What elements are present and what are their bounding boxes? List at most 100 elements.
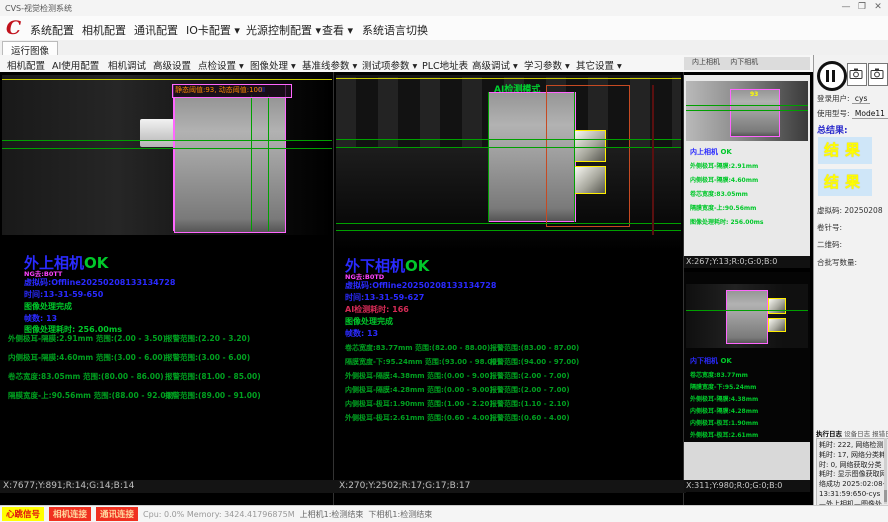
thumb-line: 内侧极耳-隔膜:4.60mm — [690, 175, 758, 184]
tool-baseline-params[interactable]: 基准线参数 ▾ — [302, 58, 357, 72]
frame-edge-mark — [652, 85, 654, 235]
close-button[interactable]: ✕ — [870, 2, 886, 12]
threshold-overlay-label: 静态阈值:93, 动态阈值:100 — [172, 84, 292, 98]
thumb-top-ok: OK — [720, 148, 731, 156]
minimize-button[interactable]: — — [838, 2, 854, 12]
comm-link-badge: 通讯连接 — [96, 507, 138, 521]
tool-camera-debug[interactable]: 相机调试 — [108, 58, 146, 72]
thumb-bottom-title: 内下相机 OK — [690, 356, 732, 366]
thumbnail-top-view[interactable]: 93 内上相机 OK 外侧极耳-隔膜:2.91mm 内侧极耳-隔膜:4.60mm… — [684, 75, 810, 268]
menu-comm-config[interactable]: 通讯配置 — [134, 22, 178, 38]
thumb-top-title: 内上相机 OK — [690, 147, 732, 157]
thumb-line: 卷芯宽度:83.05mm — [690, 189, 748, 198]
log-tab-run[interactable]: 执行日志 — [816, 430, 842, 438]
maximize-button[interactable]: ❐ — [854, 2, 870, 12]
model-row: 使用型号: Mode11 — [817, 108, 888, 119]
left-result-ok: OK — [84, 254, 108, 272]
menu-bar: C 系统配置 相机配置 通讯配置 IO卡配置 ▾ 光源控制配置 ▾ 查看 ▾ 系… — [0, 16, 888, 41]
snapshot-camera2-button[interactable] — [868, 63, 888, 86]
tool-advanced-set[interactable]: 高级设置 — [153, 58, 191, 72]
camera-icon — [869, 64, 885, 83]
log-tab-error[interactable]: 报错日志 — [872, 430, 888, 438]
tool-image-process[interactable]: 图像处理 ▾ — [250, 58, 296, 72]
login-user-label: 登录用户: — [817, 94, 850, 103]
tool-plc-table[interactable]: PLC地址表 — [422, 58, 468, 72]
roi-right-edge — [285, 85, 286, 231]
battery-cell-region — [174, 97, 286, 233]
log-tabs: 执行日志 设备日志 报错日志 — [816, 428, 888, 438]
tool-other-settings[interactable]: 其它设置 ▾ — [576, 58, 622, 72]
measure-line-green — [336, 223, 681, 224]
measure-line-green — [336, 147, 681, 148]
center-time: 时间:13-31-59-627 — [345, 292, 424, 303]
menu-view[interactable]: 查看 ▾ — [322, 22, 353, 38]
thumb-top-name: 内上相机 — [690, 148, 718, 156]
total-result-label: 总结果: — [817, 123, 848, 136]
measure-line-green — [2, 140, 332, 141]
camera-icon — [848, 64, 864, 83]
tool-camera-config[interactable]: 相机配置 — [7, 58, 45, 72]
thumbnail-photo — [686, 284, 808, 348]
tool-spotcheck-set[interactable]: 点检设置 ▾ — [198, 58, 244, 72]
menu-light-config[interactable]: 光源控制配置 ▾ — [246, 22, 321, 38]
left-camera-image[interactable]: 静态阈值:93, 动态阈值:100 — [2, 75, 332, 235]
log-scrollbar[interactable] — [884, 438, 887, 504]
alarm-range: 报警范围:(2.00 - 7.00) — [490, 371, 570, 381]
thumb-line: 卷芯宽度:83.77mm — [690, 370, 748, 379]
menu-system-config[interactable]: 系统配置 — [30, 22, 74, 38]
baseline-yellow — [2, 79, 332, 80]
tab-clip-highlight — [574, 130, 606, 162]
alarm-range: 报警范围:(83.00 - 87.00) — [490, 343, 579, 353]
thumbnail-header: 内上相机 内下相机 — [684, 57, 810, 70]
log-text-panel[interactable]: 耗时: 222, 网络检测耗时: 17, 网络分类耗时: 0, 网络获取分类耗时… — [816, 438, 888, 506]
thumb-line: 内侧极耳-隔膜:4.28mm — [690, 406, 758, 415]
window-title: CVS-视觉检测系统 — [5, 3, 72, 14]
thumb-line: 外侧极耳-隔膜:2.91mm — [690, 161, 758, 170]
login-user-row: 登录用户: cys — [817, 93, 870, 104]
measurement-line: 外侧极耳-隔膜:2.91mm 范围:(2.00 - 3.50) — [8, 333, 166, 344]
result-display-2: 结果 — [818, 169, 872, 196]
alarm-range: 报警范围:(0.60 - 4.00) — [490, 413, 570, 423]
thumb-cam1-label[interactable]: 内上相机 — [692, 58, 720, 66]
status-bar: 心跳信号 相机连接 通讯连接 Cpu: 0.0% Memory: 3424.41… — [0, 505, 888, 522]
menu-language-switch[interactable]: 系统语言切换 — [362, 22, 428, 38]
thumb-cam2-label[interactable]: 内下相机 — [730, 58, 758, 66]
alarm-range: 报警范围:(89.00 - 91.00) — [165, 390, 261, 401]
measurement-line: 隔膜宽度-上:90.56mm 范围:(88.00 - 92.00) — [8, 390, 174, 401]
upper-camera-status: 上相机1:检测结束 — [300, 509, 364, 520]
thumb-top-coords: X:267;Y:13;R:0;G:0;B:0 — [684, 256, 810, 268]
measure-line-green — [686, 310, 808, 311]
measurement-line: 内侧极耳-隔膜:4.28mm 范围:(0.00 - 9.00) — [345, 385, 493, 395]
snapshot-camera1-button[interactable] — [847, 63, 867, 86]
log-tab-device[interactable]: 设备日志 — [844, 430, 870, 438]
pause-icon — [826, 70, 829, 82]
alarm-range: 报警范围:(3.00 - 6.00) — [165, 352, 250, 363]
tool-test-params[interactable]: 测试项参数 ▾ — [362, 58, 417, 72]
center-camera-image[interactable]: AI检测模式 — [336, 75, 681, 250]
lower-camera-status: 下相机1:检测结束 — [368, 509, 432, 520]
alarm-range: 报警范围:(94.00 - 97.00) — [490, 357, 579, 367]
center-result-ok: OK — [405, 257, 429, 275]
measure-line-green-v — [251, 95, 252, 231]
pause-button[interactable] — [817, 61, 847, 91]
tool-advanced-debug[interactable]: 高级调试 ▾ — [472, 58, 518, 72]
baseline-yellow — [336, 78, 681, 79]
menu-io-config[interactable]: IO卡配置 ▾ — [186, 22, 240, 38]
tool-ai-config[interactable]: AI使用配置 — [52, 58, 99, 72]
battery-cell-region — [726, 290, 768, 344]
tab-clip-highlight — [768, 318, 786, 332]
thumb-empty-area — [684, 442, 810, 480]
thumbnail-bottom-view[interactable]: 内下相机 OK 卷芯宽度:83.77mm 隔膜宽度-下:95.24mm 外侧极耳… — [684, 272, 810, 492]
menu-camera-config[interactable]: 相机配置 — [82, 22, 126, 38]
batch-count-row: 合批写数量: — [817, 257, 857, 268]
center-barcode: 虚拟码:Offline20250208133134728 — [345, 280, 496, 291]
tool-learn-params[interactable]: 学习参数 ▾ — [524, 58, 570, 72]
tab-clip-highlight — [768, 298, 786, 314]
thumb-line: 隔膜宽度-上:90.56mm — [690, 203, 756, 212]
heartbeat-status-badge: 心跳信号 — [2, 507, 44, 521]
measurement-line: 外侧极耳-隔膜:4.38mm 范围:(0.00 - 9.00) — [345, 371, 493, 381]
right-sidebar: 登录用户: cys 使用型号: Mode11 总结果: 结果 结果 虚拟码: 2… — [813, 55, 888, 505]
measure-line-green — [336, 230, 681, 231]
pause-icon — [832, 70, 835, 82]
cpu-memory-readout: Cpu: 0.0% Memory: 3424.41796875M — [143, 510, 295, 519]
